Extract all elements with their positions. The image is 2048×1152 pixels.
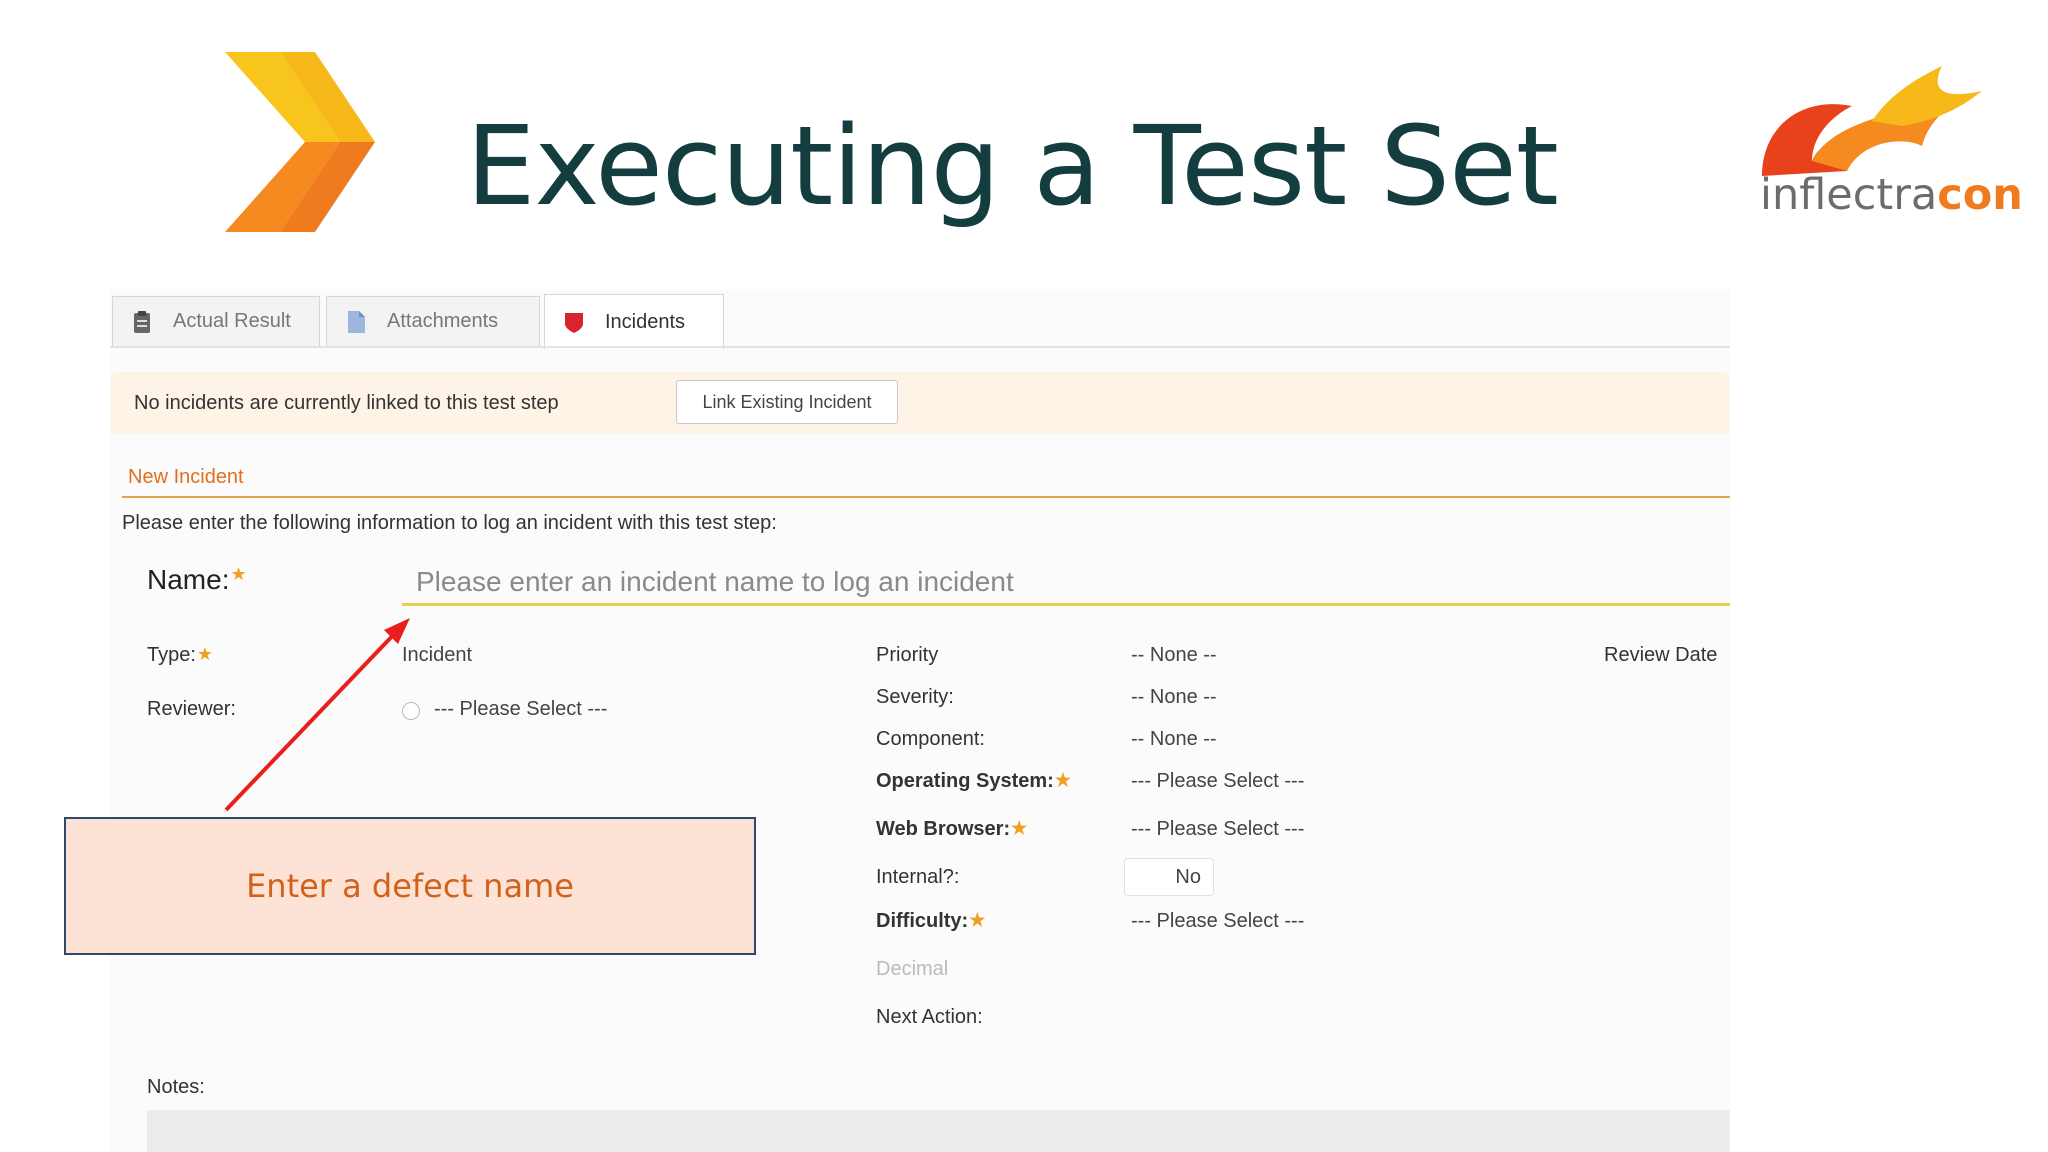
- section-title: New Incident: [128, 466, 244, 488]
- clipboard-icon: [134, 310, 150, 333]
- section-divider: [122, 496, 1730, 498]
- required-star-icon: ★: [230, 564, 247, 584]
- tabs-divider: [110, 346, 1730, 348]
- severity-select[interactable]: -- None --: [1131, 686, 1217, 709]
- callout-text: Enter a defect name: [246, 867, 574, 905]
- tab-incidents[interactable]: Incidents: [544, 294, 724, 349]
- required-star-icon: ★: [1054, 770, 1071, 790]
- document-icon: [348, 310, 365, 333]
- notes-label: Notes:: [147, 1076, 205, 1098]
- linked-incidents-banner: No incidents are currently linked to thi…: [110, 372, 1730, 434]
- tab-label: Actual Result: [173, 310, 291, 332]
- callout-box: Enter a defect name: [64, 817, 756, 955]
- review-date-label: Review Date: [1604, 644, 1718, 666]
- web-browser-select[interactable]: --- Please Select ---: [1131, 818, 1304, 841]
- type-value[interactable]: Incident: [402, 644, 472, 667]
- reviewer-select[interactable]: --- Please Select ---: [434, 698, 607, 721]
- required-star-icon: ★: [196, 644, 214, 664]
- notes-editor[interactable]: [147, 1110, 1730, 1152]
- link-existing-incident-button[interactable]: Link Existing Incident: [676, 380, 898, 424]
- banner-text: No incidents are currently linked to thi…: [134, 392, 559, 414]
- severity-label: Severity:: [876, 686, 954, 708]
- test-step-panel: Actual Result Attachments Incidents No i…: [110, 290, 1730, 1152]
- internal-toggle[interactable]: No: [1124, 858, 1214, 896]
- incident-name-input[interactable]: [402, 560, 1730, 606]
- slide-title: Executing a Test Set: [466, 102, 1559, 230]
- operating-system-label: Operating System:★: [876, 770, 1071, 792]
- component-select[interactable]: -- None --: [1131, 728, 1217, 751]
- shield-icon: [565, 313, 583, 333]
- reviewer-radio[interactable]: [402, 702, 420, 720]
- tab-attachments[interactable]: Attachments: [326, 296, 540, 346]
- decimal-label: Decimal: [876, 958, 949, 980]
- reviewer-label: Reviewer:: [147, 698, 236, 720]
- priority-label: Priority: [876, 644, 939, 666]
- instructions-text: Please enter the following information t…: [122, 512, 777, 534]
- next-action-label: Next Action:: [876, 1006, 983, 1028]
- required-star-icon: ★: [969, 910, 986, 930]
- inflectracon-logo: inflectracon: [1752, 66, 2023, 232]
- tab-actual-result[interactable]: Actual Result: [112, 296, 320, 346]
- internal-label: Internal?:: [876, 866, 960, 888]
- difficulty-select[interactable]: --- Please Select ---: [1131, 910, 1304, 933]
- tab-label: Incidents: [605, 310, 686, 333]
- type-label: Type:★: [147, 644, 214, 666]
- web-browser-label: Web Browser:★: [876, 818, 1028, 840]
- logo-text-part1: inflectra: [1760, 170, 1938, 220]
- difficulty-label: Difficulty:★: [876, 910, 986, 932]
- component-label: Component:: [876, 728, 985, 750]
- logo-text-part2: con: [1937, 170, 2023, 220]
- chevron-logo-icon: [225, 52, 375, 232]
- name-label: Name:★: [147, 564, 247, 595]
- flame-icon: [1762, 66, 1982, 176]
- required-star-icon: ★: [1011, 818, 1028, 838]
- priority-select[interactable]: -- None --: [1131, 644, 1217, 667]
- tab-label: Attachments: [387, 310, 499, 332]
- operating-system-select[interactable]: --- Please Select ---: [1131, 770, 1304, 793]
